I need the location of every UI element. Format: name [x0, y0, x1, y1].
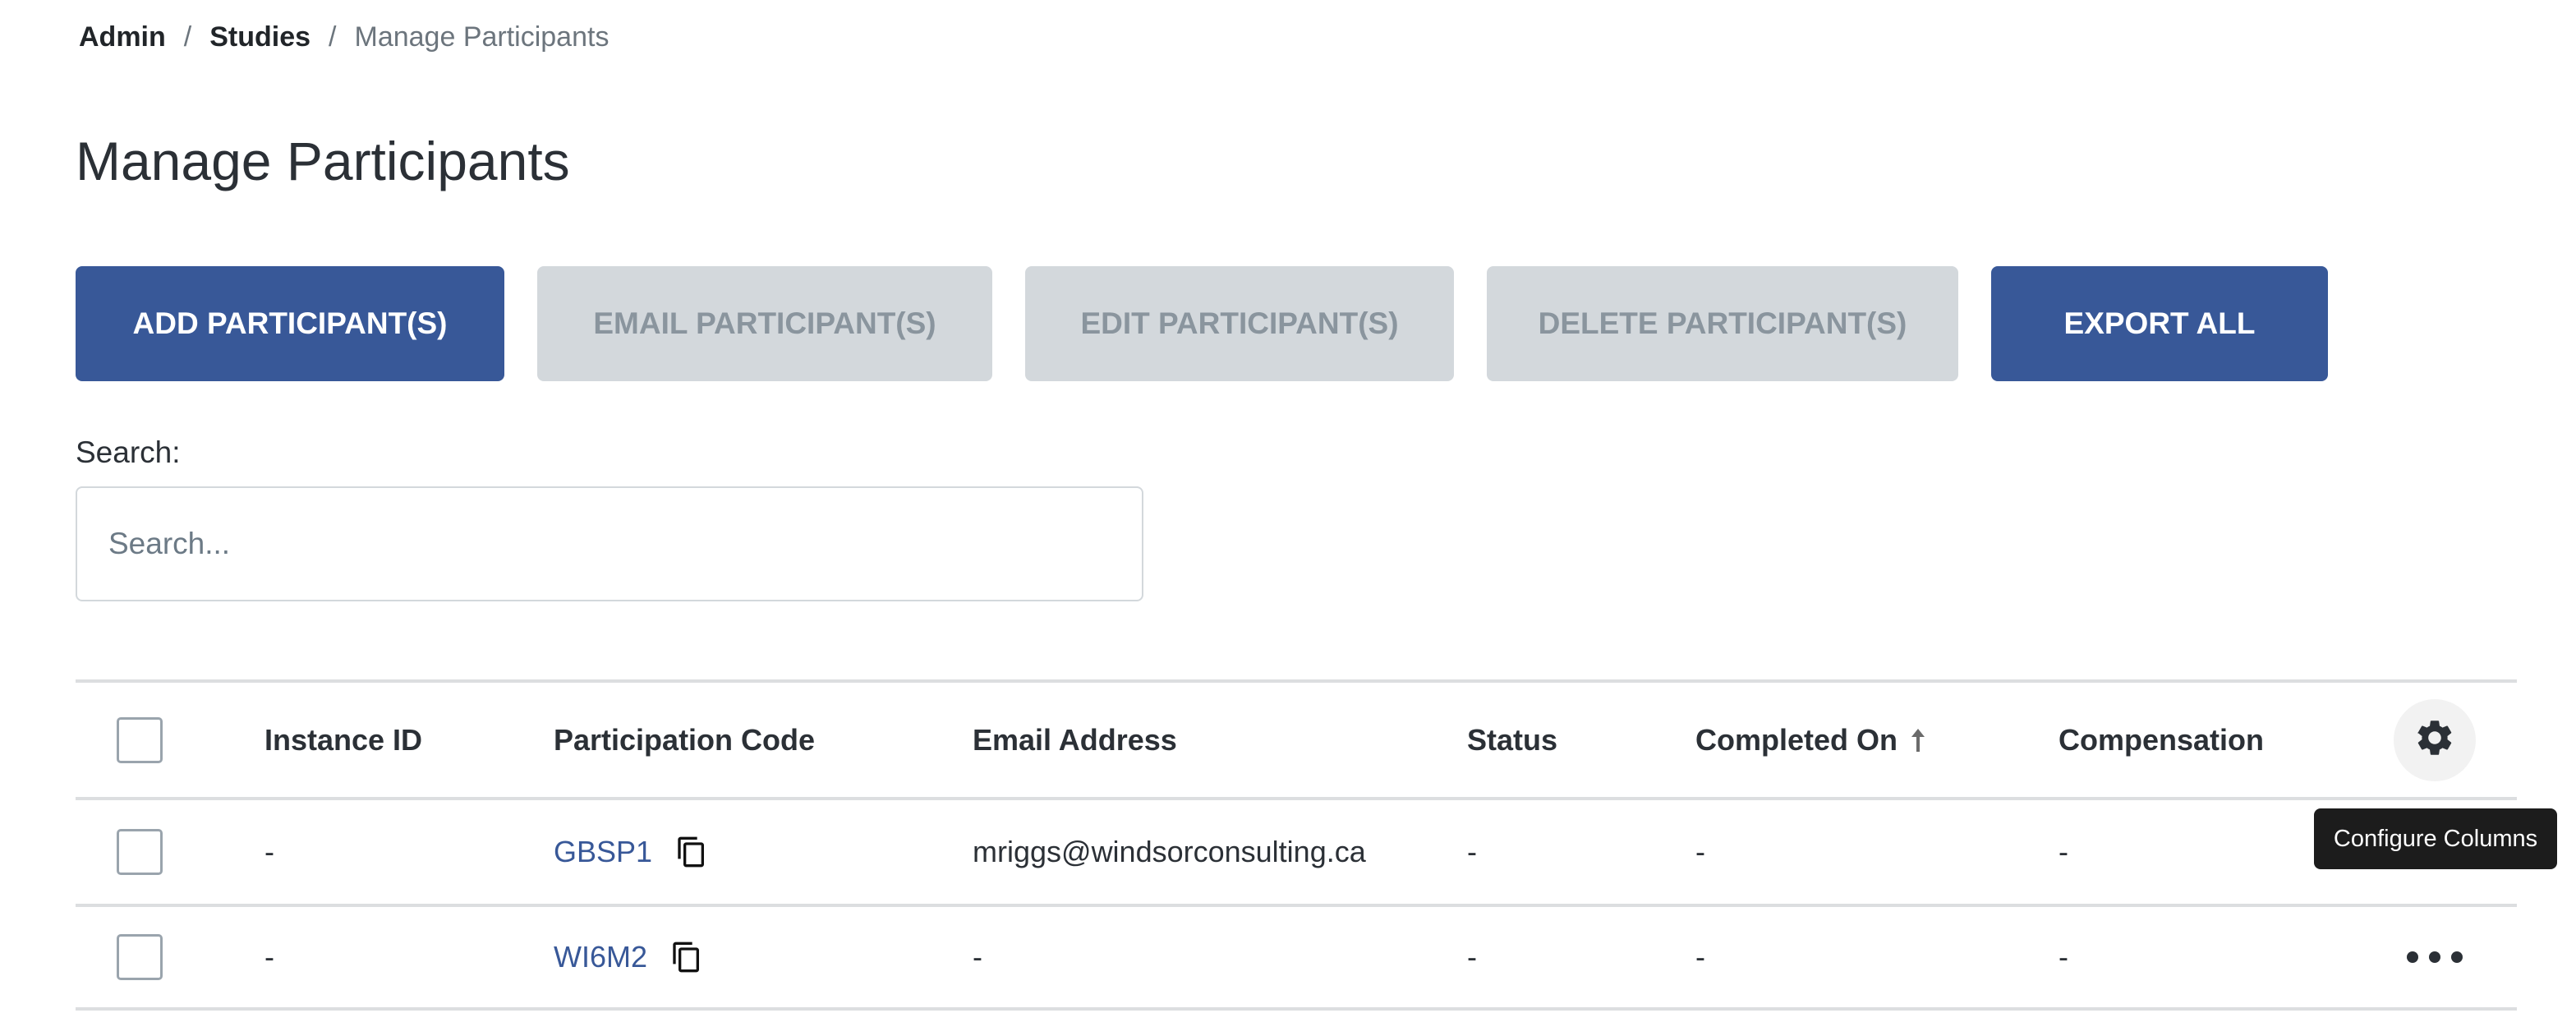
column-header-completed-on[interactable]: Completed On: [1695, 723, 1927, 757]
more-horizontal-icon: [2407, 951, 2418, 963]
cell-completed-on: -: [1695, 940, 1705, 974]
row-actions-button[interactable]: [2407, 945, 2463, 969]
column-header-instance-id[interactable]: Instance ID: [264, 723, 422, 757]
cell-compensation: -: [2058, 940, 2068, 974]
configure-columns-button[interactable]: [2394, 698, 2476, 781]
edit-participants-button[interactable]: EDIT PARTICIPANT(S): [1025, 266, 1454, 381]
column-header-email-address[interactable]: Email Address: [973, 723, 1177, 757]
breadcrumb-separator: /: [329, 21, 337, 53]
search-input[interactable]: [76, 486, 1143, 601]
copy-icon[interactable]: [670, 939, 703, 975]
export-all-button[interactable]: EXPORT ALL: [1991, 266, 2328, 381]
table-header-row: Instance ID Participation Code Email Add…: [76, 679, 2517, 797]
cell-email-address: -: [973, 940, 982, 974]
email-participants-button[interactable]: EMAIL PARTICIPANT(S): [537, 266, 992, 381]
arrow-up-icon: [1909, 727, 1927, 753]
breadcrumb-admin[interactable]: Admin: [79, 21, 166, 53]
participation-code-link[interactable]: GBSP1: [554, 835, 652, 869]
participants-table: Instance ID Participation Code Email Add…: [76, 679, 2517, 1011]
cell-status: -: [1467, 835, 1477, 868]
select-all-checkbox[interactable]: [117, 716, 163, 763]
participation-code-link[interactable]: WI6M2: [554, 940, 647, 974]
cell-completed-on: -: [1695, 835, 1705, 868]
breadcrumb-separator: /: [183, 21, 192, 53]
row-checkbox[interactable]: [117, 934, 163, 980]
more-horizontal-icon-dot: [2451, 951, 2463, 963]
gear-icon: [2413, 716, 2456, 763]
more-horizontal-icon-dot: [2429, 951, 2440, 963]
cell-email-address: mriggs@windsorconsulting.ca: [973, 835, 1366, 868]
breadcrumb-current: Manage Participants: [354, 21, 610, 53]
breadcrumb-studies[interactable]: Studies: [209, 21, 310, 53]
cell-compensation: -: [2058, 835, 2068, 868]
search-label: Search:: [76, 435, 181, 469]
column-header-participation-code[interactable]: Participation Code: [554, 723, 815, 757]
column-header-compensation[interactable]: Compensation: [2058, 723, 2264, 757]
configure-columns-tooltip: Configure Columns: [2314, 808, 2557, 869]
cell-instance-id: -: [264, 835, 274, 868]
table-row: - GBSP1 mriggs@windsorconsulting.ca - - …: [76, 797, 2517, 904]
add-participants-button[interactable]: ADD PARTICIPANT(S): [76, 266, 504, 381]
delete-participants-button[interactable]: DELETE PARTICIPANT(S): [1487, 266, 1958, 381]
breadcrumb: Admin / Studies / Manage Participants: [79, 21, 609, 53]
cell-status: -: [1467, 940, 1477, 974]
table-row: - WI6M2 - - - -: [76, 904, 2517, 1011]
copy-icon[interactable]: [675, 834, 708, 870]
column-header-status[interactable]: Status: [1467, 723, 1557, 757]
page-title: Manage Participants: [76, 131, 570, 191]
cell-instance-id: -: [264, 940, 274, 974]
column-header-completed-on-label: Completed On: [1695, 722, 1898, 757]
cell-participation-code: WI6M2: [554, 939, 703, 975]
row-checkbox[interactable]: [117, 829, 163, 875]
cell-participation-code: GBSP1: [554, 834, 708, 870]
